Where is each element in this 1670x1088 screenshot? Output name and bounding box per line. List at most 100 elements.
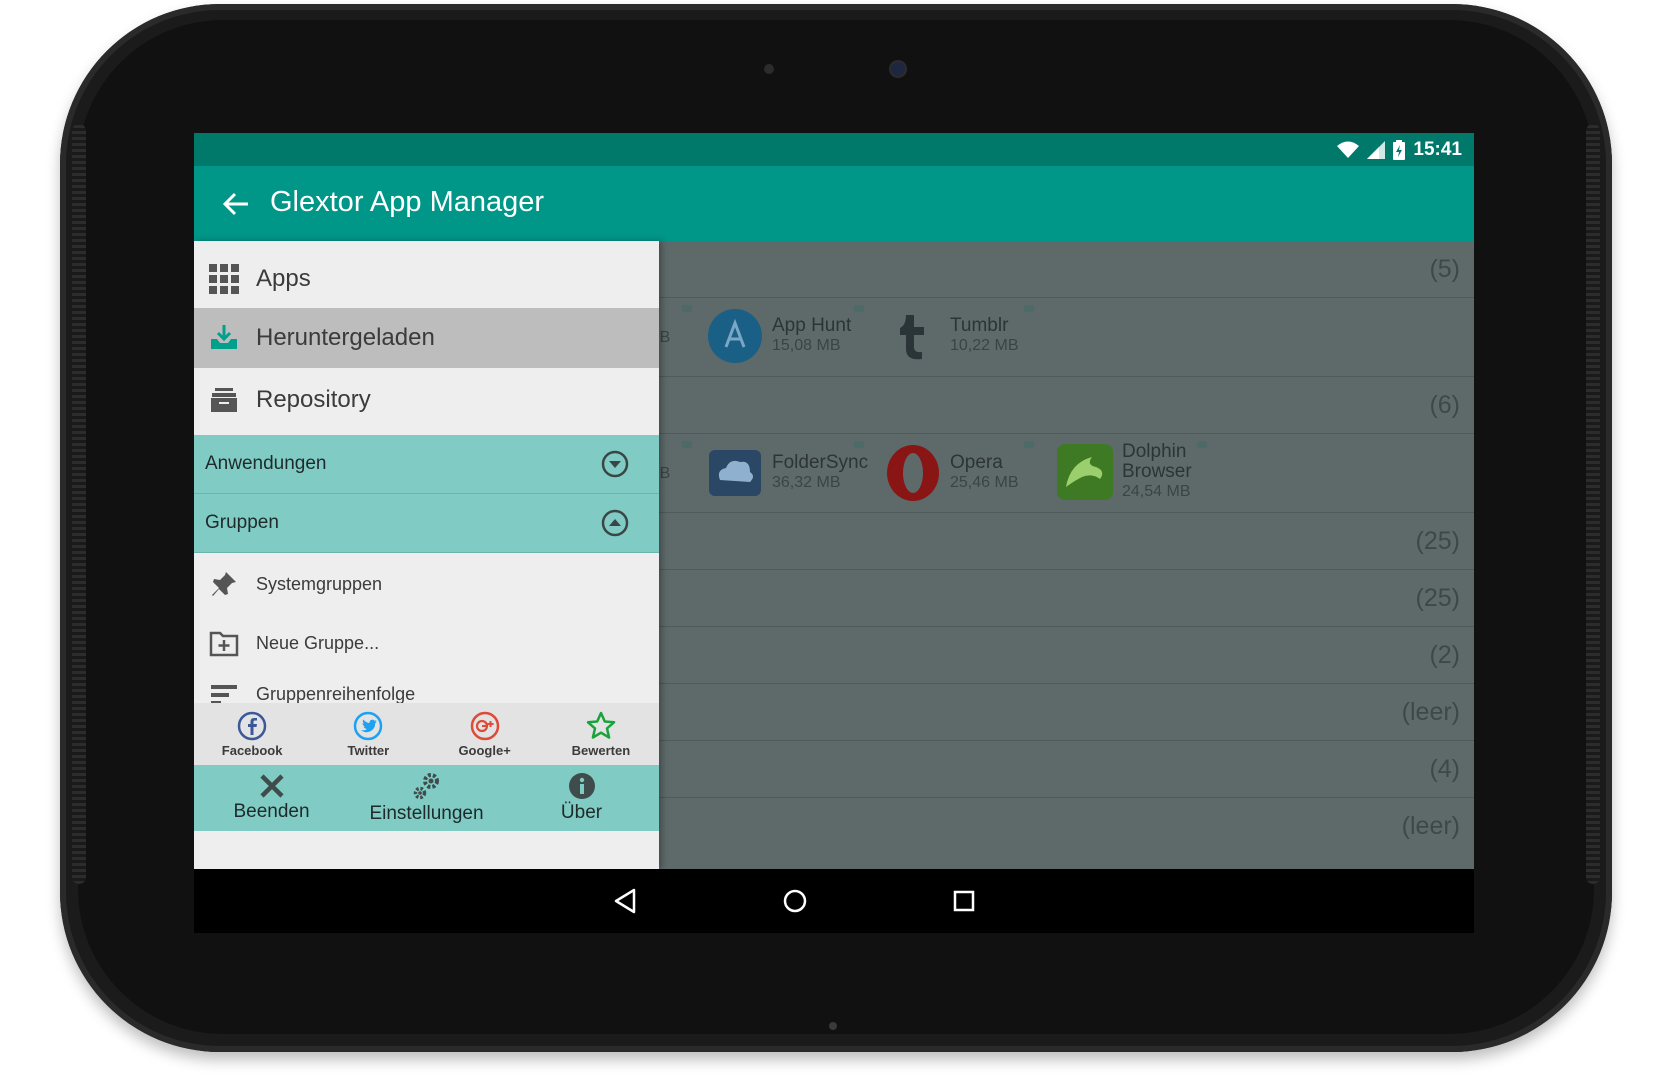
update-badge-icon (854, 305, 864, 312)
group-count: (4) (1429, 755, 1460, 783)
info-icon (568, 773, 595, 799)
app-size: 10,22 MB (950, 337, 1019, 354)
app-name-line2: Browser (1122, 461, 1192, 482)
status-bar: 15:41 (194, 133, 1474, 166)
about-button[interactable]: Über (504, 765, 659, 831)
app-name: Tumblr (950, 315, 1009, 336)
app-hunt-icon (708, 309, 762, 363)
folder-add-icon (209, 631, 239, 657)
pin-icon (212, 572, 236, 596)
front-camera (891, 62, 905, 76)
social-label: Facebook (221, 742, 283, 758)
group-item-label: Systemgruppen (256, 573, 383, 594)
app-size: 36,32 MB (772, 474, 841, 491)
group-count: (leer) (1401, 812, 1460, 840)
nav-item-label: Heruntergeladen (256, 324, 435, 351)
cell-signal-icon (1367, 141, 1386, 159)
app-item-foldersync[interactable]: FolderSync 36,32 MB (706, 444, 868, 502)
group-count: (25) (1415, 527, 1460, 555)
nav-home-icon[interactable] (779, 885, 811, 917)
app-item-app-hunt[interactable]: App Hunt 15,08 MB (706, 307, 851, 365)
social-label: Bewerten (571, 742, 631, 758)
group-count: (2) (1429, 641, 1460, 669)
sort-lines-icon (211, 685, 237, 703)
group-item-system-groups[interactable]: Systemgruppen (194, 554, 659, 614)
action-label: Über (560, 802, 603, 823)
archive-box-icon (211, 388, 237, 412)
close-icon (259, 774, 284, 798)
nav-item-downloaded[interactable]: Heruntergeladen (194, 308, 659, 368)
group-item-new-group[interactable]: Neue Gruppe... (194, 613, 659, 673)
app-size: 15,08 MB (772, 337, 841, 354)
update-badge-icon (1024, 441, 1034, 448)
twitter-icon (354, 711, 383, 740)
group-count: (leer) (1401, 698, 1460, 726)
app-size: 24,54 MB (1122, 483, 1191, 500)
app-item-tumblr[interactable]: Tumblr 10,22 MB (884, 307, 1018, 365)
update-badge-icon (682, 441, 692, 448)
star-icon (586, 711, 616, 739)
group-count: (6) (1429, 391, 1460, 419)
nav-item-apps[interactable]: Apps (194, 247, 659, 311)
grid-icon (209, 264, 239, 294)
update-badge-icon (854, 441, 864, 448)
download-tray-icon (211, 325, 237, 349)
section-label: Anwendungen (205, 453, 327, 474)
back-arrow-icon[interactable] (220, 188, 252, 220)
action-label: Beenden (233, 801, 310, 822)
gears-icon (413, 773, 439, 800)
app-name: Opera (950, 452, 1003, 473)
chevron-down-circle-icon (601, 450, 629, 478)
section-groups[interactable]: Gruppen (194, 494, 659, 553)
nav-recents-icon[interactable] (948, 885, 980, 917)
nav-item-repository[interactable]: Repository (194, 368, 659, 432)
twitter-button[interactable]: Twitter (310, 703, 426, 765)
app-size: 25,46 MB (950, 474, 1019, 491)
update-badge-icon (1197, 441, 1207, 448)
tumblr-icon (900, 315, 924, 360)
section-label: Gruppen (205, 512, 279, 533)
group-count: (5) (1429, 255, 1460, 283)
section-applications[interactable]: Anwendungen (194, 435, 659, 494)
rate-button[interactable]: Bewerten (543, 703, 659, 765)
dolphin-icon (1057, 444, 1113, 500)
social-bar: Facebook Twitter Google+ Bewerten (194, 703, 659, 765)
app-name: FolderSync (772, 452, 869, 473)
chevron-up-circle-icon (601, 509, 629, 537)
nav-item-label: Repository (256, 386, 371, 413)
app-bar: Glextor App Manager (194, 166, 1474, 241)
social-label: Google+ (458, 742, 511, 758)
app-item-dolphin[interactable]: Dolphin Browser 24,54 MB (1056, 442, 1192, 502)
google-plus-button[interactable]: Google+ (427, 703, 543, 765)
app-title: Glextor App Manager (270, 186, 545, 218)
sensor (764, 64, 774, 74)
action-label: Einstellungen (369, 803, 484, 824)
social-label: Twitter (347, 742, 390, 758)
settings-button[interactable]: Einstellungen (349, 765, 504, 831)
nav-back-icon[interactable] (610, 885, 642, 917)
app-name: Dolphin (1122, 441, 1187, 462)
speaker-left (72, 124, 86, 884)
navigation-drawer: Apps Heruntergeladen Repository Anwendun… (194, 241, 659, 869)
app-name: App Hunt (772, 315, 852, 336)
status-time: 15:41 (1413, 139, 1462, 160)
facebook-button[interactable]: Facebook (194, 703, 310, 765)
app-item-opera[interactable]: Opera 25,46 MB (884, 444, 1018, 502)
screen: 15:41 Glextor App Manager (5) itter76 MB… (194, 133, 1474, 933)
system-nav-bar (194, 869, 1474, 933)
group-count: (25) (1415, 584, 1460, 612)
group-item-group-order[interactable]: Gruppenreihenfolge (194, 673, 659, 703)
facebook-icon (237, 711, 267, 740)
foldersync-icon (709, 450, 761, 496)
wifi-icon (1337, 141, 1360, 158)
update-badge-icon (1024, 305, 1034, 312)
battery-charging-icon (1393, 140, 1406, 160)
exit-button[interactable]: Beenden (194, 765, 349, 831)
opera-icon (887, 445, 939, 501)
group-item-label: Gruppenreihenfolge (256, 684, 416, 703)
speaker-right (1586, 124, 1600, 884)
update-badge-icon (682, 305, 692, 312)
group-item-label: Neue Gruppe... (256, 632, 380, 653)
nav-item-label: Apps (256, 265, 311, 292)
drawer-action-bar: Beenden Einstellungen Über (194, 765, 659, 831)
